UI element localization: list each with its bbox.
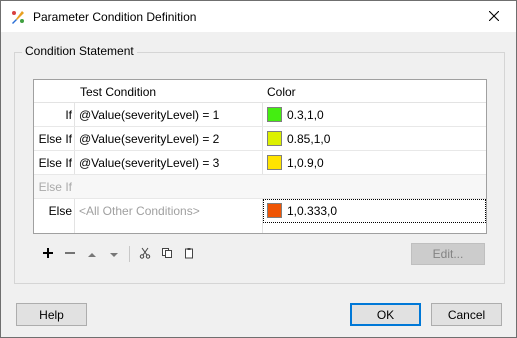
- table-row[interactable]: Else If @Value(severityLevel) = 2 0.85,1…: [34, 127, 486, 151]
- add-row-button[interactable]: [37, 244, 59, 264]
- clipboard-icon: [183, 247, 195, 262]
- color-value-cell[interactable]: 0.85,1,0: [287, 132, 330, 146]
- ok-button[interactable]: OK: [350, 303, 421, 326]
- table-row[interactable]: Else <All Other Conditions> 1,0.333,0: [34, 199, 486, 223]
- color-swatch[interactable]: [267, 203, 282, 218]
- paste-button[interactable]: [178, 244, 200, 264]
- minus-icon: [64, 247, 76, 262]
- row-label: Else If: [38, 132, 72, 146]
- row-label: If: [65, 108, 72, 122]
- dialog-window: Parameter Condition Definition Condition…: [0, 0, 517, 338]
- test-condition-header[interactable]: Test Condition: [80, 85, 156, 99]
- test-condition-cell[interactable]: @Value(severityLevel) = 1: [79, 108, 219, 122]
- window-title: Parameter Condition Definition: [33, 10, 197, 24]
- copy-button[interactable]: [156, 244, 178, 264]
- edit-button[interactable]: Edit...: [411, 243, 485, 265]
- condition-grid[interactable]: Test Condition Color If @Value(severityL…: [33, 79, 487, 234]
- row-label: Else: [48, 204, 72, 218]
- group-title: Condition Statement: [22, 44, 137, 58]
- remove-row-button[interactable]: [59, 244, 81, 264]
- test-condition-cell[interactable]: @Value(severityLevel) = 2: [79, 132, 219, 146]
- arrow-down-icon: [109, 247, 119, 262]
- color-swatch[interactable]: [267, 155, 282, 170]
- color-header[interactable]: Color: [267, 85, 296, 99]
- help-button[interactable]: Help: [16, 303, 87, 326]
- title-bar: Parameter Condition Definition: [1, 1, 516, 32]
- table-row[interactable]: Else If: [34, 175, 486, 199]
- color-value-cell[interactable]: 0.3,1,0: [287, 108, 324, 122]
- color-value-cell[interactable]: 1,0.9,0: [287, 156, 324, 170]
- row-label: Else If: [38, 180, 72, 194]
- color-value-cell[interactable]: 1,0.333,0: [287, 204, 337, 218]
- plus-icon: [42, 247, 54, 262]
- close-icon: [488, 10, 500, 24]
- toolbar-separator: [129, 246, 130, 262]
- table-row[interactable]: Else If @Value(severityLevel) = 3 1,0.9,…: [34, 151, 486, 175]
- close-button[interactable]: [472, 1, 516, 32]
- copy-icon: [161, 247, 173, 262]
- paintbrush-icon: [10, 9, 26, 25]
- color-swatch[interactable]: [267, 131, 282, 146]
- cut-button[interactable]: [134, 244, 156, 264]
- arrow-up-icon: [87, 247, 97, 262]
- row-label: Else If: [38, 156, 72, 170]
- test-condition-cell[interactable]: <All Other Conditions>: [79, 204, 200, 218]
- move-up-button[interactable]: [81, 244, 103, 264]
- table-row[interactable]: If @Value(severityLevel) = 1 0.3,1,0: [34, 103, 486, 127]
- test-condition-cell[interactable]: @Value(severityLevel) = 3: [79, 156, 219, 170]
- cancel-button[interactable]: Cancel: [431, 303, 502, 326]
- grid-toolbar: [37, 244, 200, 264]
- color-swatch[interactable]: [267, 107, 282, 122]
- grid-header: Test Condition Color: [34, 80, 486, 103]
- move-down-button[interactable]: [103, 244, 125, 264]
- scissors-icon: [139, 247, 151, 262]
